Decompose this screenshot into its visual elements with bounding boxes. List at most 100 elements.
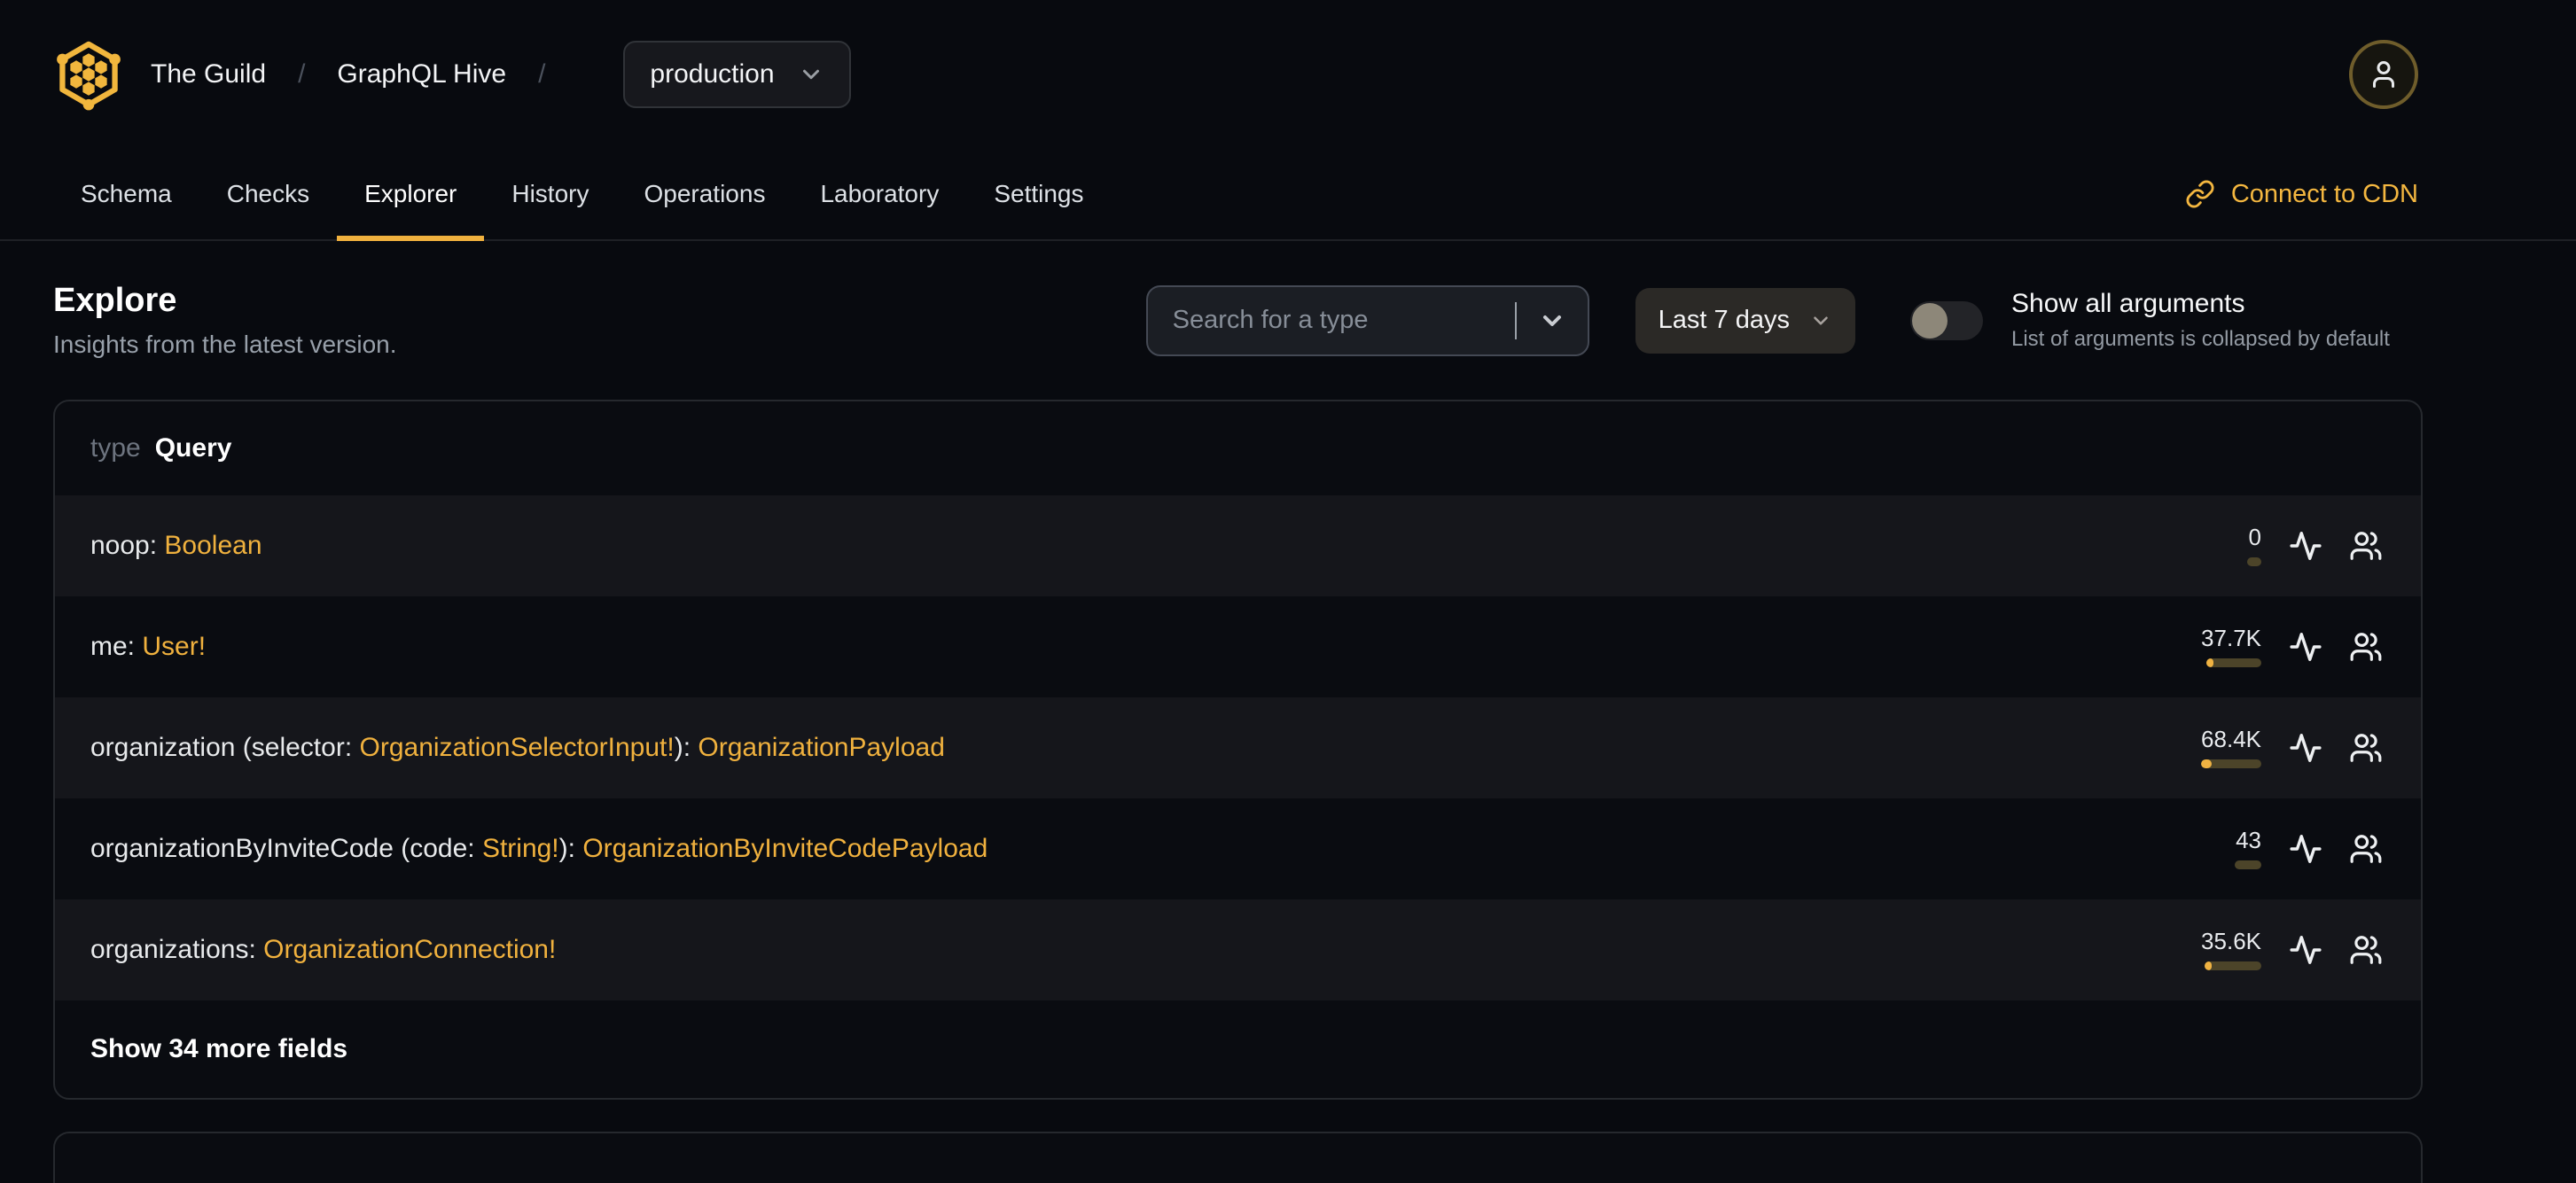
field-signature: noop: Boolean xyxy=(90,531,262,560)
target-selector[interactable]: production xyxy=(623,41,851,108)
toggle-labels: Show all arguments List of arguments is … xyxy=(2011,289,2423,352)
tab-operations[interactable]: Operations xyxy=(616,149,792,239)
field-row-organization[interactable]: organization (selector: OrganizationSele… xyxy=(55,697,2421,798)
tab-label: Checks xyxy=(226,180,310,207)
request-count: 37.7K xyxy=(2201,625,2261,651)
field-row-meta: 37.7K xyxy=(2201,627,2385,667)
field-traffic: 68.4K xyxy=(2201,728,2261,768)
show-all-arguments-toggle[interactable] xyxy=(1910,300,1983,340)
tab-checks[interactable]: Checks xyxy=(199,149,337,239)
request-count: 0 xyxy=(2248,524,2261,550)
connect-to-cdn-label: Connect to CDN xyxy=(2230,179,2418,208)
breadcrumb-separator: / xyxy=(538,59,546,89)
field-signature: me: User! xyxy=(90,632,207,661)
users-icon[interactable] xyxy=(2346,930,2385,969)
field-traffic: 37.7K xyxy=(2201,627,2261,667)
tabs: Schema Checks Explorer History Operation… xyxy=(53,149,1112,241)
traffic-bar xyxy=(2206,658,2261,667)
users-icon[interactable] xyxy=(2346,627,2385,666)
tab-label: Explorer xyxy=(364,180,457,207)
traffic-bar xyxy=(2247,557,2261,566)
date-range-value: Last 7 days xyxy=(1658,306,1790,334)
connect-to-cdn-button[interactable]: Connect to CDN xyxy=(2185,149,2418,239)
show-more-fields-button[interactable]: Show 34 more fields xyxy=(55,1000,2421,1098)
type-search-combobox xyxy=(1145,284,1589,356)
tab-laboratory[interactable]: Laboratory xyxy=(792,149,966,239)
tab-label: Laboratory xyxy=(820,180,940,207)
link-icon xyxy=(2186,180,2214,208)
field-signature: organization (selector: OrganizationSele… xyxy=(90,733,945,762)
traffic-bar-fill xyxy=(2201,759,2213,768)
tab-label: History xyxy=(511,180,589,207)
field-row-meta: 0 xyxy=(2247,525,2385,566)
type-kind-label: type xyxy=(90,433,141,463)
chevron-down-icon xyxy=(1814,315,1828,325)
field-row-meta: 43 xyxy=(2235,829,2385,869)
traffic-bar xyxy=(2235,860,2261,869)
app-header: The Guild / GraphQL Hive / production Sc… xyxy=(0,0,2576,241)
traffic-bar xyxy=(2205,961,2261,970)
user-icon xyxy=(2373,61,2394,88)
breadcrumb-project[interactable]: GraphQL Hive xyxy=(337,59,506,90)
traffic-bar xyxy=(2201,759,2261,768)
field-traffic: 43 xyxy=(2235,829,2261,869)
date-range-selector[interactable]: Last 7 days xyxy=(1635,287,1855,354)
toggle-description: List of arguments is collapsed by defaul… xyxy=(2011,327,2390,351)
tab-label: Settings xyxy=(994,180,1084,207)
field-traffic: 35.6K xyxy=(2201,930,2261,970)
activity-icon[interactable] xyxy=(2286,627,2325,666)
combobox-divider xyxy=(1514,301,1517,339)
field-signature: organizations: OrganizationConnection! xyxy=(90,935,557,964)
page-title: Explore xyxy=(53,282,177,319)
breadcrumb-org[interactable]: The Guild xyxy=(151,59,266,90)
tab-label: Schema xyxy=(81,180,172,207)
users-icon[interactable] xyxy=(2346,526,2385,565)
tab-history[interactable]: History xyxy=(484,149,616,239)
field-row-noop[interactable]: noop: Boolean 0 xyxy=(55,495,2421,596)
field-row-me[interactable]: me: User! 37.7K xyxy=(55,596,2421,697)
type-name: Query xyxy=(154,433,232,463)
breadcrumb: The Guild / GraphQL Hive / production xyxy=(0,0,2576,149)
next-type-card xyxy=(53,1132,2423,1183)
users-icon[interactable] xyxy=(2346,829,2385,868)
explorer-page: Explore Insights from the latest version… xyxy=(0,282,2576,1183)
field-list: noop: Boolean 0 me: User! 37.7K organiza… xyxy=(55,495,2421,1000)
field-row-meta: 68.4K xyxy=(2201,728,2385,768)
tab-schema[interactable]: Schema xyxy=(53,149,199,239)
traffic-bar-fill xyxy=(2205,961,2212,970)
activity-icon[interactable] xyxy=(2286,829,2325,868)
activity-icon[interactable] xyxy=(2286,930,2325,969)
request-count: 35.6K xyxy=(2201,928,2261,954)
tab-label: Operations xyxy=(644,180,766,207)
target-selector-value: production xyxy=(650,59,775,89)
graphql-hive-app: { "header": { "breadcrumb": { "org_label… xyxy=(0,0,2576,1183)
tab-explorer[interactable]: Explorer xyxy=(337,149,485,241)
toggle-knob xyxy=(1912,302,1948,339)
toggle-label: Show all arguments xyxy=(2011,289,2245,318)
traffic-bar-fill xyxy=(2206,658,2214,667)
chevron-down-icon xyxy=(802,69,819,80)
users-icon[interactable] xyxy=(2346,728,2385,767)
type-card-header: type Query xyxy=(55,401,2421,495)
request-count: 68.4K xyxy=(2201,726,2261,752)
activity-icon[interactable] xyxy=(2286,728,2325,767)
field-row-organizations[interactable]: organizations: OrganizationConnection! 3… xyxy=(55,899,2421,1000)
field-traffic: 0 xyxy=(2247,525,2261,566)
field-row-meta: 35.6K xyxy=(2201,930,2385,970)
type-search-input[interactable] xyxy=(1172,306,1508,335)
hive-logo-icon[interactable] xyxy=(51,37,126,112)
field-signature: organizationByInviteCode (code: String!)… xyxy=(90,834,988,863)
request-count: 43 xyxy=(2236,827,2261,853)
user-menu-button[interactable] xyxy=(2349,40,2418,109)
explorer-controls: Last 7 days Show all arguments List of a… xyxy=(1145,284,2423,356)
activity-icon[interactable] xyxy=(2286,526,2325,565)
combobox-open-button[interactable] xyxy=(1533,301,1572,340)
tab-bar: Schema Checks Explorer History Operation… xyxy=(0,149,2576,241)
chevron-down-icon xyxy=(1542,315,1561,326)
tab-settings[interactable]: Settings xyxy=(966,149,1111,239)
type-card-query: type Query noop: Boolean 0 me: User! 37.… xyxy=(53,400,2423,1100)
page-heading: Explore Insights from the latest version… xyxy=(53,282,397,359)
breadcrumb-separator: / xyxy=(298,59,306,89)
page-subtitle: Insights from the latest version. xyxy=(53,331,397,358)
field-row-organizationByInviteCode[interactable]: organizationByInviteCode (code: String!)… xyxy=(55,798,2421,899)
